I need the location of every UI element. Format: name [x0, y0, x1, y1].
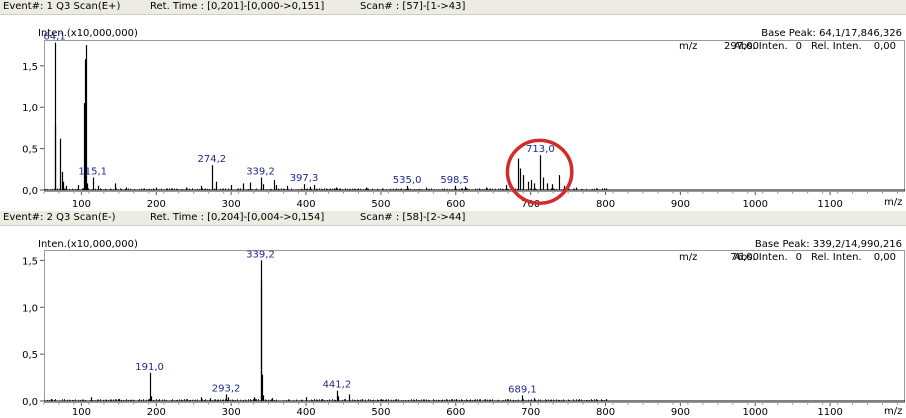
y-tick-label: 0,5	[22, 350, 38, 361]
event-1-ret-time: Ret. Time : [0,201]-[0,000->0,151]	[150, 1, 325, 12]
peak-annotation: 293,2	[212, 383, 241, 394]
x-tick-label: 100	[72, 407, 91, 418]
event-2-scan: Scan# : [58]-[2->44]	[360, 212, 466, 223]
x-tick-label: 600	[446, 407, 465, 418]
event-2-header: Event#: 2 Q3 Scan(E-) Ret. Time : [0,204…	[0, 211, 906, 226]
y-tick-label: 0,5	[22, 145, 38, 156]
x-tick-label: 500	[371, 199, 390, 210]
event-1-header: Event#: 1 Q3 Scan(E+) Ret. Time : [0,201…	[0, 0, 906, 15]
peak-annotation: 339,2	[246, 167, 275, 178]
x-tick-label: 300	[222, 199, 241, 210]
spectrum-chart-2: 100 200 300 400 500 600 700 800 900 1000 1100 0,0 0,…	[22, 249, 905, 418]
peak-annotation: 689,1	[508, 384, 537, 395]
x-tick-label: 1100	[817, 199, 842, 210]
x-tick-label: 800	[596, 199, 615, 210]
peak-annotation: 713,0	[526, 144, 555, 155]
peak-annotation: 115,1	[78, 167, 107, 178]
y-tick-label: 0,0	[22, 186, 38, 197]
peak-annotation: 339,2	[246, 249, 275, 260]
y-tick-label: 1,5	[22, 62, 38, 73]
x-tick-label: 1000	[743, 199, 768, 210]
x-tick-label: 400	[296, 407, 315, 418]
x-tick-label: 200	[147, 199, 166, 210]
spectrum-panel-2: Inten.(x10,000,000) Base Peak: 339,2/14,…	[0, 226, 906, 418]
peak-annotation: 274,2	[198, 154, 227, 165]
x-tick-label: 1100	[817, 407, 842, 418]
x-tick-label: 100	[72, 199, 91, 210]
peak-annotation: 441,2	[323, 380, 352, 391]
event-2-ret-time: Ret. Time : [0,204]-[0,004->0,154]	[150, 212, 325, 223]
event-2-title: Event#: 2 Q3 Scan(E-)	[3, 212, 116, 223]
x-tick-label: 900	[671, 199, 690, 210]
peak-annotation: 535,0	[393, 175, 422, 186]
x-tick-label: 300	[222, 407, 241, 418]
x-tick-label: 1000	[743, 407, 768, 418]
x-tick-label: 900	[671, 407, 690, 418]
y-tick-label: 1,0	[22, 303, 38, 314]
x-tick-label: 200	[147, 407, 166, 418]
peak-annotation: 397,3	[290, 173, 319, 184]
x-tick-label: 500	[371, 407, 390, 418]
peak-annotation: 598,5	[440, 175, 469, 186]
y-tick-label: 0,0	[22, 397, 38, 408]
event-1-title: Event#: 1 Q3 Scan(E+)	[3, 1, 121, 12]
peak-annotation: 191,0	[135, 362, 164, 373]
x-tick-label: 400	[296, 199, 315, 210]
spectrum-panel-1: Inten.(x10,000,000) Base Peak: 64,1/17,8…	[0, 15, 906, 210]
x-tick-label: 600	[446, 199, 465, 210]
peak-annotation: 64,1	[43, 32, 65, 43]
x-tick-label: 800	[596, 407, 615, 418]
x-tick-label: 700	[521, 407, 540, 418]
event-1-scan: Scan# : [57]-[1->43]	[360, 1, 466, 12]
spectrum-chart-1: 100 200 300 400 500 600 700 800 900 1000 11000,00,…	[22, 32, 905, 210]
y-tick-label: 1,5	[22, 256, 38, 267]
y-tick-label: 1,0	[22, 103, 38, 114]
